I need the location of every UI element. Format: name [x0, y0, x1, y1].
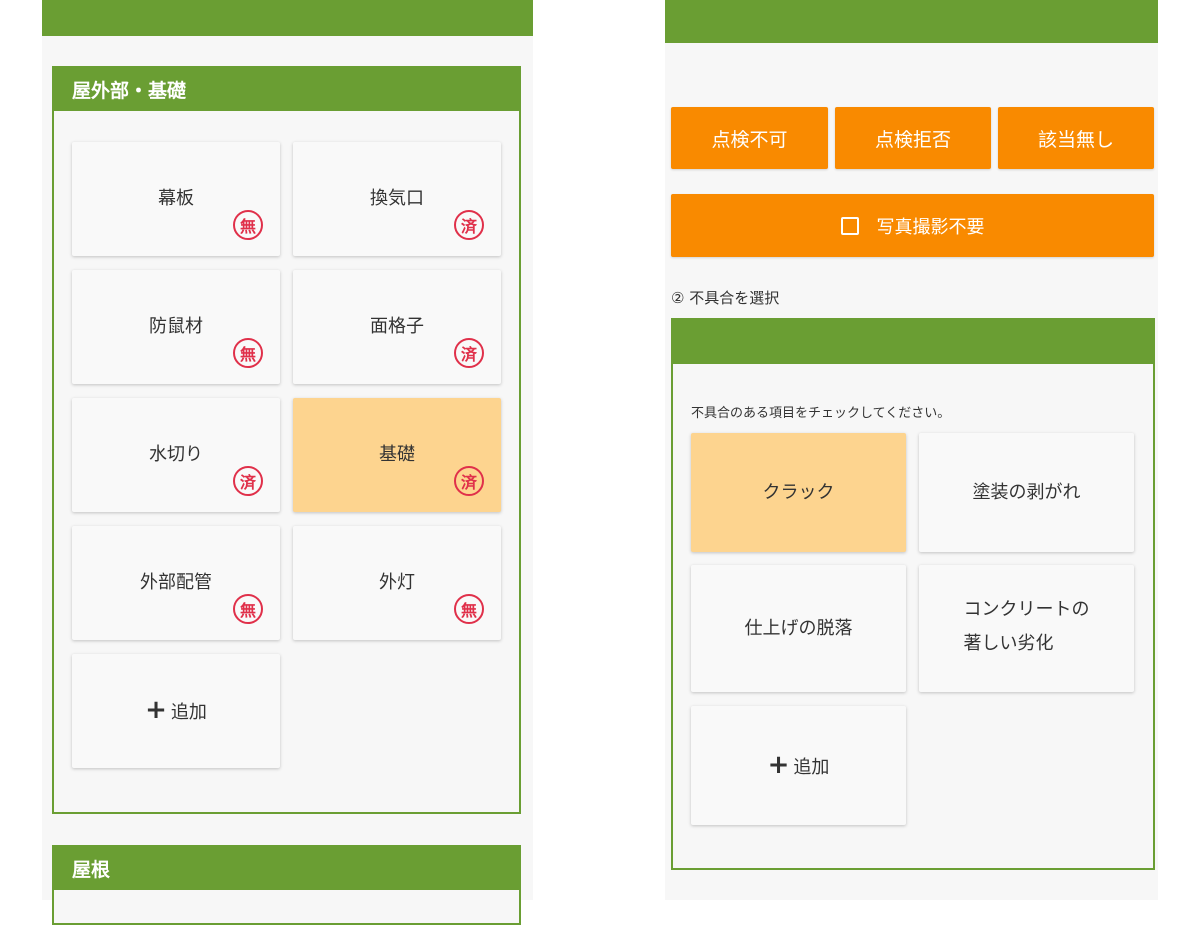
not-applicable-button[interactable]: 該当無し: [998, 107, 1154, 169]
checkbox-icon[interactable]: [840, 216, 859, 235]
button-label: 点検不可: [711, 128, 788, 151]
toggle-label: 写真撮影不要: [876, 216, 985, 238]
defect-label: 塗装の剥がれ: [972, 481, 1081, 503]
status-stamp-icon: 無: [233, 338, 263, 368]
section-title: [673, 320, 1153, 364]
item-card-rodent-guard[interactable]: 防鼠材 無: [72, 270, 280, 384]
instruction-text: 不具合のある項目をチェックしてください。: [691, 406, 951, 421]
right-screen: 点検不可 点検拒否 該当無し 写真撮影不要 ② 不具合を選択 不具合のある項目を…: [665, 0, 1158, 900]
defect-label-line2: 著しい劣化: [963, 632, 1054, 654]
left-screen: 屋外部・基礎 幕板 無 換気口 済 防鼠材 無 面格子 済 水切り 済 基礎 済…: [42, 0, 533, 925]
add-label: 追加: [170, 702, 207, 723]
add-defect-button[interactable]: + 追加: [691, 706, 906, 825]
plus-icon: +: [767, 749, 790, 780]
app-header-bar: [42, 0, 533, 36]
item-label: 防鼠材: [149, 316, 203, 337]
item-card-ventilation[interactable]: 換気口 済: [293, 142, 501, 256]
item-label: 面格子: [370, 316, 424, 337]
status-stamp-icon: 済: [454, 338, 484, 368]
item-card-external-piping[interactable]: 外部配管 無: [72, 526, 280, 640]
item-card-window-grille[interactable]: 面格子 済: [293, 270, 501, 384]
item-card-exterior-light[interactable]: 外灯 無: [293, 526, 501, 640]
step-label: ② 不具合を選択: [671, 289, 780, 307]
status-stamp-icon: 無: [454, 594, 484, 624]
defect-label: コンクリートの 著しい劣化: [964, 593, 1090, 661]
section-title: 屋根: [54, 847, 519, 890]
defect-label: クラック: [762, 481, 835, 503]
item-card-makuita[interactable]: 幕板 無: [72, 142, 280, 256]
status-stamp-icon: 済: [233, 466, 263, 496]
section-exterior-foundation: 屋外部・基礎 幕板 無 換気口 済 防鼠材 無 面格子 済 水切り 済 基礎 済…: [52, 66, 521, 814]
add-label: 追加: [793, 756, 830, 778]
defect-card-concrete-deterioration[interactable]: コンクリートの 著しい劣化: [919, 565, 1134, 692]
status-stamp-icon: 済: [454, 466, 484, 496]
item-label: 水切り: [149, 444, 203, 465]
inspection-refused-button[interactable]: 点検拒否: [835, 107, 991, 169]
section-title: 屋外部・基礎: [54, 68, 519, 111]
defect-label: 仕上げの脱落: [744, 617, 853, 639]
app-header-bar: [665, 0, 1158, 43]
item-card-foundation[interactable]: 基礎 済: [293, 398, 501, 512]
defect-selection-section: 不具合のある項目をチェックしてください。 クラック 塗装の剥がれ 仕上げの脱落 …: [671, 318, 1155, 870]
plus-icon: +: [145, 695, 167, 725]
defect-label-line1: コンクリートの: [963, 598, 1090, 620]
photo-not-required-toggle[interactable]: 写真撮影不要: [671, 194, 1154, 257]
status-stamp-icon: 済: [454, 210, 484, 240]
section-title-text: 屋根: [72, 859, 111, 881]
status-stamp-icon: 無: [233, 594, 263, 624]
item-label: 幕板: [158, 188, 194, 209]
defect-card-finish-detachment[interactable]: 仕上げの脱落: [691, 565, 906, 692]
defect-card-paint-peeling[interactable]: 塗装の剥がれ: [919, 433, 1134, 552]
item-label: 基礎: [379, 444, 415, 465]
add-item-button[interactable]: + 追加: [72, 654, 280, 768]
item-label: 外部配管: [140, 572, 212, 593]
cannot-inspect-button[interactable]: 点検不可: [671, 107, 828, 169]
defect-card-crack[interactable]: クラック: [691, 433, 906, 552]
section-title-text: 屋外部・基礎: [72, 80, 187, 102]
item-card-flashing[interactable]: 水切り 済: [72, 398, 280, 512]
button-label: 該当無し: [1037, 128, 1114, 151]
item-label: 換気口: [370, 188, 424, 209]
section-roof: 屋根: [52, 845, 521, 925]
status-stamp-icon: 無: [233, 210, 263, 240]
item-label: 外灯: [379, 572, 415, 593]
button-label: 点検拒否: [874, 128, 951, 151]
